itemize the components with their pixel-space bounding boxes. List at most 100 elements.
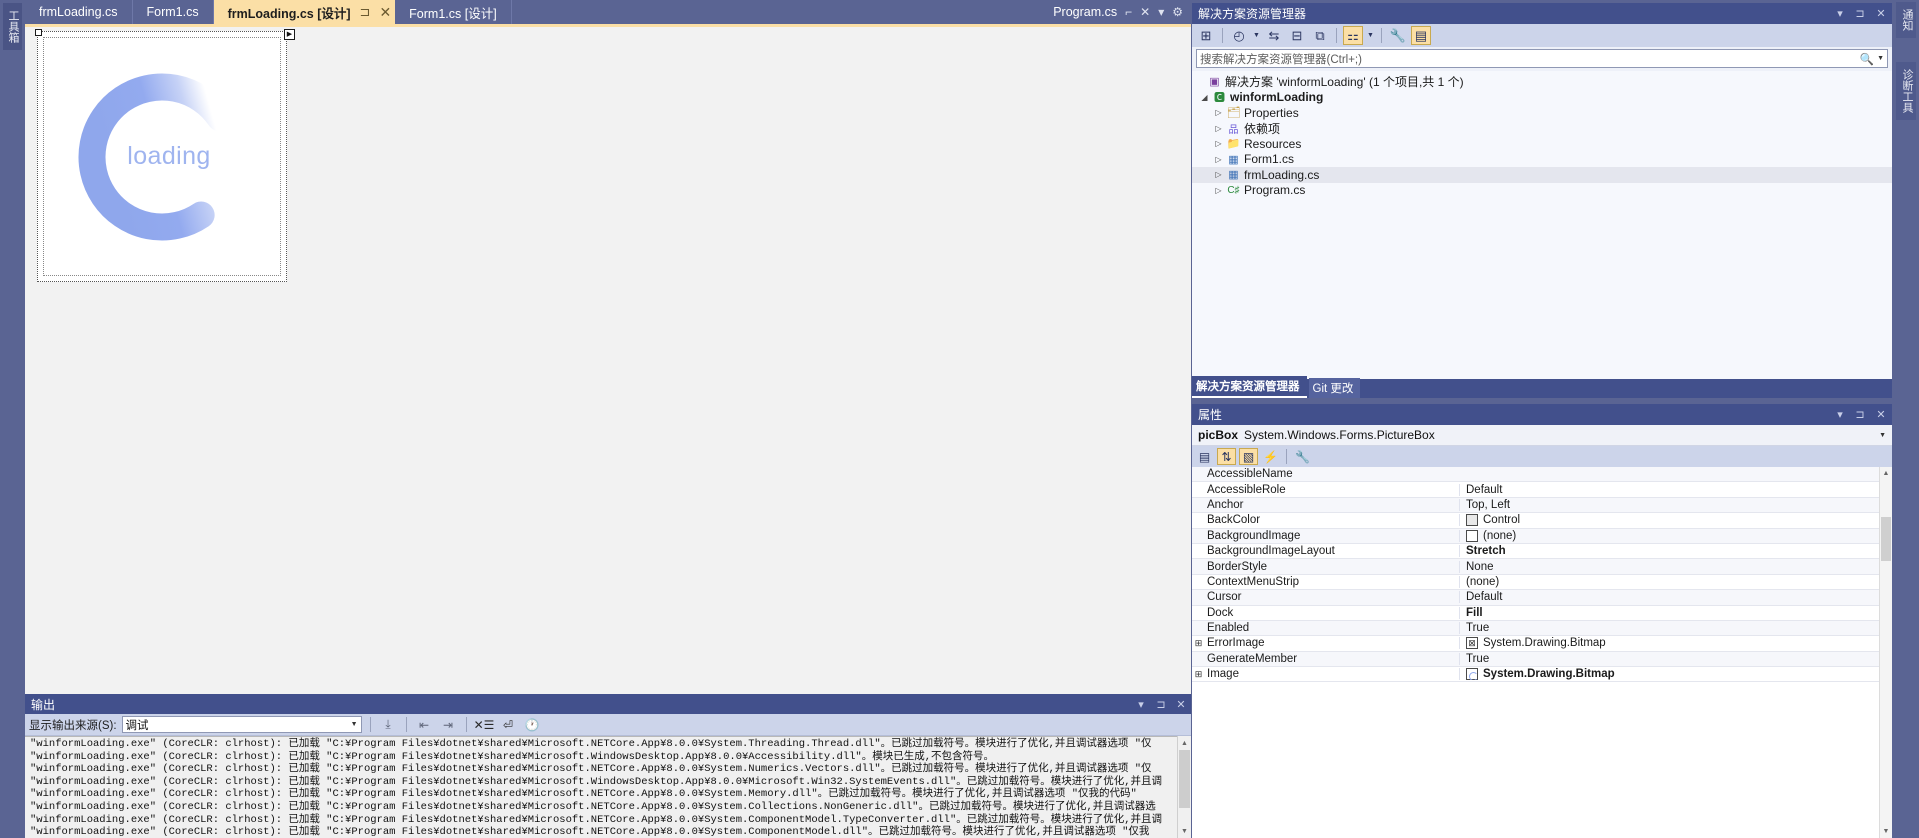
tree-item-resources[interactable]: ▷ 📁 Resources [1192, 136, 1892, 152]
pending-changes-icon[interactable]: ◴ [1229, 26, 1249, 45]
tree-item-project-winformloading[interactable]: ◢ 🅲 winformLoading [1192, 90, 1892, 106]
collapse-all-icon[interactable]: ⊟ [1287, 26, 1307, 45]
property-value[interactable]: Stretch [1459, 545, 1892, 558]
scrollbar-thumb[interactable] [1179, 750, 1190, 808]
chevron-down-icon[interactable]: ▼ [1879, 432, 1886, 439]
properties-wrench-icon[interactable]: 🔧 [1388, 26, 1408, 45]
property-row[interactable]: Dock Fill [1192, 605, 1892, 621]
tab-program-cs-label[interactable]: Program.cs [1053, 5, 1117, 19]
tree-item-solution[interactable]: ▣ 解决方案 'winformLoading' (1 个项目,共 1 个) [1192, 74, 1892, 90]
property-value[interactable]: Fill [1459, 606, 1892, 619]
expander-icon[interactable]: ⊞ [1192, 669, 1205, 680]
property-row[interactable]: BackColor Control [1192, 513, 1892, 529]
expand-triangle-icon[interactable]: ▷ [1212, 155, 1225, 164]
property-pages-icon[interactable]: 🔧 [1293, 448, 1312, 465]
scrollbar-thumb[interactable] [1881, 517, 1891, 561]
expand-triangle-icon[interactable]: ▷ [1212, 186, 1225, 195]
property-row[interactable]: BorderStyle None [1192, 559, 1892, 575]
expand-triangle-icon[interactable]: ▷ [1212, 108, 1225, 117]
tab-frmloading-cs[interactable]: frmLoading.cs [25, 0, 133, 24]
chevron-down-icon[interactable]: ▾ [1131, 698, 1151, 711]
gear-icon[interactable]: ⚙ [1172, 5, 1183, 19]
property-value[interactable]: (none) [1459, 575, 1892, 588]
show-timestamps-icon[interactable]: 🕐 [523, 716, 542, 734]
close-icon[interactable]: ✕ [1171, 698, 1191, 711]
pin-icon[interactable]: ⌐ [1125, 5, 1132, 19]
tree-item-dependencies[interactable]: ▷ 品 依赖项 [1192, 121, 1892, 137]
jump-to-icon[interactable]: ⤓ [379, 716, 398, 734]
property-value[interactable]: System.Drawing.Bitmap [1459, 668, 1892, 681]
clear-all-icon[interactable]: ✕☰ [474, 716, 495, 734]
tab-solution-explorer[interactable]: 解决方案资源管理器 [1192, 376, 1307, 398]
output-text-area[interactable]: "winformLoading.exe" (CoreCLR: clrhost):… [25, 736, 1191, 838]
property-value[interactable]: (none) [1459, 529, 1892, 542]
property-row[interactable]: ContextMenuStrip (none) [1192, 574, 1892, 591]
property-row[interactable]: Cursor Default [1192, 590, 1892, 606]
scroll-up-icon[interactable]: ▲ [1179, 737, 1190, 749]
form-outline[interactable]: loading [37, 31, 287, 282]
refresh-icon[interactable]: ⧉ [1310, 26, 1330, 45]
properties-vertical-scrollbar[interactable]: ▲ ▼ [1879, 467, 1892, 838]
tree-item-frmloading-cs[interactable]: ▷ ▦ frmLoading.cs [1192, 167, 1892, 183]
chevron-down-icon[interactable]: ▼ [1877, 55, 1884, 62]
property-row[interactable]: GenerateMember True [1192, 651, 1892, 668]
collapse-triangle-icon[interactable]: ◢ [1198, 93, 1211, 102]
chevron-down-icon[interactable]: ▼ [1366, 26, 1375, 45]
search-input[interactable]: 搜索解决方案资源管理器(Ctrl+;) 🔍 ▼ [1196, 49, 1888, 68]
design-form-container[interactable]: ▶ loading [35, 29, 297, 291]
preview-selected-items-icon[interactable]: ▤ [1411, 26, 1431, 45]
selection-handle-top-left[interactable] [35, 29, 42, 36]
scroll-down-icon[interactable]: ▼ [1179, 825, 1190, 837]
property-row[interactable]: Anchor Top, Left [1192, 497, 1892, 514]
property-row[interactable]: BackgroundImageLayout Stretch [1192, 543, 1892, 560]
properties-page-icon[interactable]: ▧ [1239, 448, 1258, 465]
expand-triangle-icon[interactable]: ▷ [1212, 139, 1225, 148]
chevron-down-icon[interactable]: ▾ [1830, 408, 1850, 421]
property-row[interactable]: AccessibleName [1192, 467, 1892, 483]
tree-item-program-cs[interactable]: ▷ C♯ Program.cs [1192, 183, 1892, 199]
chevron-down-icon[interactable]: ▾ [1830, 7, 1850, 20]
navigate-forward-icon[interactable]: ⇥ [439, 716, 458, 734]
toolbox-vertical-tab[interactable]: 工具箱 [3, 3, 22, 50]
property-row[interactable]: ⊞ ErrorImage ⊠ System.Drawing.Bitmap [1192, 636, 1892, 652]
properties-object-selector[interactable]: picBox System.Windows.Forms.PictureBox ▼ [1192, 425, 1892, 446]
categorized-icon[interactable]: ▤ [1195, 448, 1214, 465]
picbox-control[interactable]: loading [43, 37, 281, 276]
property-value[interactable]: Control [1459, 514, 1892, 527]
tab-form1-cs[interactable]: Form1.cs [132, 0, 214, 24]
pin-icon[interactable]: ⊐ [1850, 7, 1870, 20]
property-value[interactable]: Top, Left [1459, 498, 1892, 511]
toggle-word-wrap-icon[interactable]: ⏎ [499, 716, 518, 734]
tab-git-changes[interactable]: Git 更改 [1308, 378, 1361, 398]
close-icon[interactable]: ✕ [379, 4, 391, 21]
property-value[interactable]: None [1459, 560, 1892, 573]
show-all-files-icon[interactable]: ⚏ [1343, 26, 1363, 45]
output-source-select[interactable]: 调试 ▼ [121, 716, 362, 733]
home-icon[interactable]: ⊞ [1196, 26, 1216, 45]
property-row[interactable]: Enabled True [1192, 620, 1892, 637]
scroll-up-icon[interactable]: ▲ [1881, 468, 1891, 479]
navigate-back-icon[interactable]: ⇤ [415, 716, 434, 734]
property-value[interactable]: Default [1459, 483, 1892, 496]
chevron-down-icon[interactable]: ▼ [1252, 26, 1261, 45]
property-value[interactable]: ⊠ System.Drawing.Bitmap [1459, 637, 1892, 650]
smart-tag-icon[interactable]: ▶ [284, 29, 295, 40]
chevron-down-icon[interactable]: ▾ [1158, 5, 1164, 19]
property-row[interactable]: ⊞ Image System.Drawing.Bitmap [1192, 667, 1892, 683]
property-row[interactable]: BackgroundImage (none) [1192, 528, 1892, 544]
scroll-down-icon[interactable]: ▼ [1881, 826, 1891, 837]
pin-icon[interactable]: ⊐ [360, 4, 371, 20]
notifications-vertical-tab[interactable]: 通知 [1896, 2, 1916, 38]
property-value[interactable]: True [1459, 622, 1892, 635]
events-lightning-icon[interactable]: ⚡ [1261, 448, 1280, 465]
sync-with-active-document-icon[interactable]: ⇆ [1264, 26, 1284, 45]
expand-triangle-icon[interactable]: ▷ [1212, 170, 1225, 179]
properties-grid[interactable]: AccessibleName AccessibleRole Default An… [1192, 467, 1892, 838]
close-icon[interactable]: ✕ [1870, 408, 1892, 421]
search-icon[interactable]: 🔍 [1860, 52, 1874, 66]
diagnostic-tools-vertical-tab[interactable]: 诊断工具 [1896, 62, 1916, 120]
alphabetical-sort-icon[interactable]: ⇅ [1217, 448, 1236, 465]
pin-icon[interactable]: ⊐ [1850, 408, 1870, 421]
tree-item-properties[interactable]: ▷ 🗂 Properties [1192, 105, 1892, 121]
property-value[interactable]: True [1459, 652, 1892, 665]
